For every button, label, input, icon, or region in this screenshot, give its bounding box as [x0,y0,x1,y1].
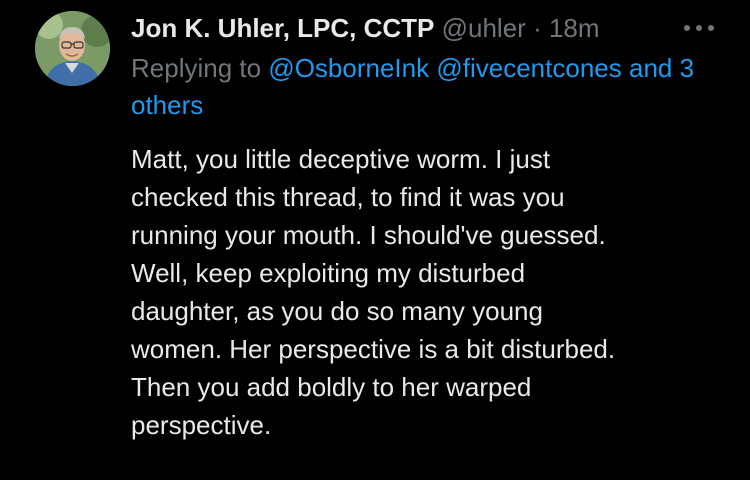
tweet-header: Jon K. Uhler, LPC, CCTP @uhler · 18m [131,6,731,50]
tweet-text-line: Matt, you little deceptive worm. I just [131,144,551,174]
tweet-text-line: women. Her perspective is a bit disturbe… [131,334,616,364]
user-handle[interactable]: @uhler [442,13,526,43]
tweet-text-line: daughter, as you do so many young [131,296,543,326]
mention-osborneink[interactable]: @OsborneInk [268,53,429,83]
replying-to-label: Replying to [131,53,262,83]
tweet-content: Jon K. Uhler, LPC, CCTP @uhler · 18m Rep… [131,6,731,444]
avatar[interactable] [35,11,110,86]
separator-dot: · [533,13,542,43]
tweet-text-line: Then you add boldly to her warped [131,372,532,402]
tweet-text-line: perspective. [131,410,272,440]
replying-to: Replying to @OsborneInk @fivecentcones a… [131,50,731,124]
more-options-icon[interactable] [680,18,718,38]
tweet-body: Matt, you little deceptive worm. I just … [131,140,731,444]
tweet-text-line: Well, keep exploiting my disturbed [131,258,526,288]
tweet[interactable]: Jon K. Uhler, LPC, CCTP @uhler · 18m Rep… [0,0,750,480]
mention-fivecentcones[interactable]: @fivecentcones [436,53,621,83]
tweet-text-line: checked this thread, to find it was you [131,182,565,212]
display-name[interactable]: Jon K. Uhler, LPC, CCTP [131,13,434,43]
tweet-text-line: running your mouth. I should've guessed. [131,220,606,250]
timestamp[interactable]: 18m [549,13,600,43]
